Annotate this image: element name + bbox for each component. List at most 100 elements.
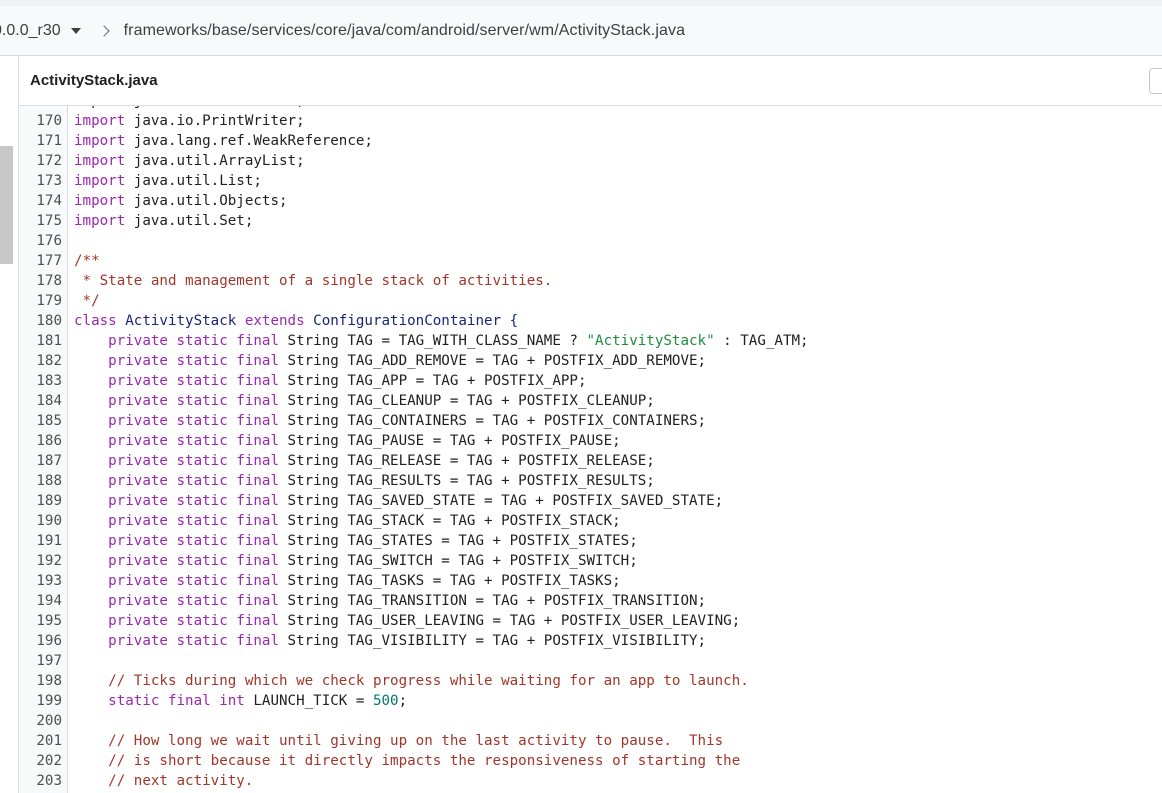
code-token: String TAG_STATES = TAG + POSTFIX_STATES… [279,533,638,549]
code-token: String TAG_RELEASE = TAG + POSTFIX_RELEA… [279,453,655,469]
code-text: */ [74,291,100,311]
code-token: private static final [74,593,279,609]
code-token: java.util.Objects; [125,193,288,209]
line-number[interactable]: 171 [19,131,62,151]
code-text: /** [74,251,100,271]
code-token: // is short because it directly impacts … [74,753,741,769]
file-path-link[interactable]: frameworks/base/services/core/java/com/a… [124,22,685,40]
code-token: String TAG_VISIBILITY = TAG + POSTFIX_VI… [279,633,707,649]
file-title: ActivityStack.java [30,72,158,89]
code-token: String TAG_CONTAINERS = TAG + POSTFIX_CO… [279,413,707,429]
line-number[interactable]: 181 [19,331,62,351]
line-number[interactable]: 188 [19,471,62,491]
branch-selector[interactable]: 0.0.0_r30 [0,22,81,40]
code-text: private static final String TAG_CLEANUP … [74,391,655,411]
code-text: private static final String TAG_APP = TA… [74,371,587,391]
line-number[interactable]: 190 [19,511,62,531]
branch-label: 0.0.0_r30 [0,21,61,39]
file-header: ActivityStack.java [18,56,1162,106]
line-number[interactable]: 176 [19,231,62,251]
code-token: "ActivityStack" [586,333,715,349]
code-token: java.util.ArrayList; [125,153,305,169]
code-token: String TAG_APP = TAG + POSTFIX_APP; [279,373,587,389]
code-line: 172 import java.util.ArrayList; [19,151,1162,171]
line-number[interactable]: 202 [19,751,62,771]
line-number[interactable]: 184 [19,391,62,411]
code-token: : TAG_ATM; [714,333,809,349]
code-line: 188 private static final String TAG_RESU… [19,471,1162,491]
code-line: 194 private static final String TAG_TRAN… [19,591,1162,611]
code-text: // How long we wait until giving up on t… [74,731,723,751]
line-number[interactable]: 183 [19,371,62,391]
line-number[interactable]: 192 [19,551,62,571]
code-token: /** [74,253,100,269]
code-line: 170 import java.io.PrintWriter; [19,111,1162,131]
line-number[interactable]: 179 [19,291,62,311]
code-view: 169import java.io.PrintWriter;170import … [19,91,1162,791]
code-text: private static final String TAG_USER_LEA… [74,611,740,631]
line-number[interactable]: 196 [19,631,62,651]
line-number[interactable]: 175 [19,211,62,231]
line-number[interactable]: 172 [19,151,62,171]
line-number[interactable]: 177 [19,251,62,271]
line-number[interactable]: 174 [19,191,62,211]
line-number[interactable]: 195 [19,611,62,631]
line-number[interactable]: 180 [19,311,62,331]
scrollbar-thumb[interactable] [0,146,13,264]
code-token: private static final [74,353,279,369]
line-number[interactable]: 185 [19,411,62,431]
line-number[interactable]: 178 [19,271,62,291]
code-text: import java.util.Objects; [74,191,288,211]
line-number[interactable]: 198 [19,671,62,691]
code-text: import java.util.ArrayList; [74,151,305,171]
code-token: private static final [74,553,279,569]
line-number[interactable]: 189 [19,491,62,511]
code-token: * State and management of a single stack… [74,273,553,289]
line-number[interactable]: 200 [19,711,62,731]
line-number[interactable]: 193 [19,571,62,591]
code-text: class ActivityStack extends Configuratio… [74,311,518,331]
code-token: String TAG_TRANSITION = TAG + POSTFIX_TR… [279,593,707,609]
line-number[interactable]: 170 [19,111,62,131]
line-number[interactable]: 187 [19,451,62,471]
line-number[interactable]: 201 [19,731,62,751]
code-token: import [74,113,126,129]
line-number[interactable]: 197 [19,651,62,671]
code-token: String TAG_TASKS = TAG + POSTFIX_TASKS; [279,573,621,589]
line-number[interactable]: 182 [19,351,62,371]
code-token: String TAG = TAG_WITH_CLASS_NAME ? [279,333,587,349]
code-line: 190 private static final String TAG_STAC… [19,511,1162,531]
code-token: private static final [74,393,279,409]
code-token: private static final [74,613,279,629]
code-token: private static final [74,433,279,449]
file-action-button[interactable] [1149,68,1162,94]
code-line: 187 private static final String TAG_RELE… [19,451,1162,471]
code-token: java.lang.ref.WeakReference; [125,133,373,149]
code-token: private static final [74,413,279,429]
code-line: 197 [19,651,1162,671]
code-text: private static final String TAG_SWITCH =… [74,551,638,571]
code-token: String TAG_STACK = TAG + POSTFIX_STACK; [279,513,621,529]
code-line: 191 private static final String TAG_STAT… [19,531,1162,551]
code-token: */ [74,293,100,309]
code-token: java.io.PrintWriter; [125,113,305,129]
line-number[interactable]: 199 [19,691,62,711]
line-number[interactable]: 186 [19,431,62,451]
code-token: ActivityStack [116,313,245,329]
line-number[interactable]: 191 [19,531,62,551]
code-text: private static final String TAG_TRANSITI… [74,591,706,611]
code-line: 186 private static final String TAG_PAUS… [19,431,1162,451]
line-number[interactable]: 173 [19,171,62,191]
code-text: // next activity. [74,771,253,791]
code-text: static final int LAUNCH_TICK = 500; [74,691,407,711]
code-text: import java.io.PrintWriter; [74,111,305,131]
code-text: // Ticks during which we check progress … [74,671,749,691]
breadcrumb: 0.0.0_r30 frameworks/base/services/core/… [0,6,1162,56]
line-number[interactable]: 203 [19,771,62,791]
line-number[interactable]: 194 [19,591,62,611]
code-line: 174 import java.util.Objects; [19,191,1162,211]
code-text: private static final String TAG_RELEASE … [74,451,655,471]
code-token: import [74,153,126,169]
code-text: private static final String TAG_ADD_REMO… [74,351,706,371]
code-line: 199 static final int LAUNCH_TICK = 500; [19,691,1162,711]
